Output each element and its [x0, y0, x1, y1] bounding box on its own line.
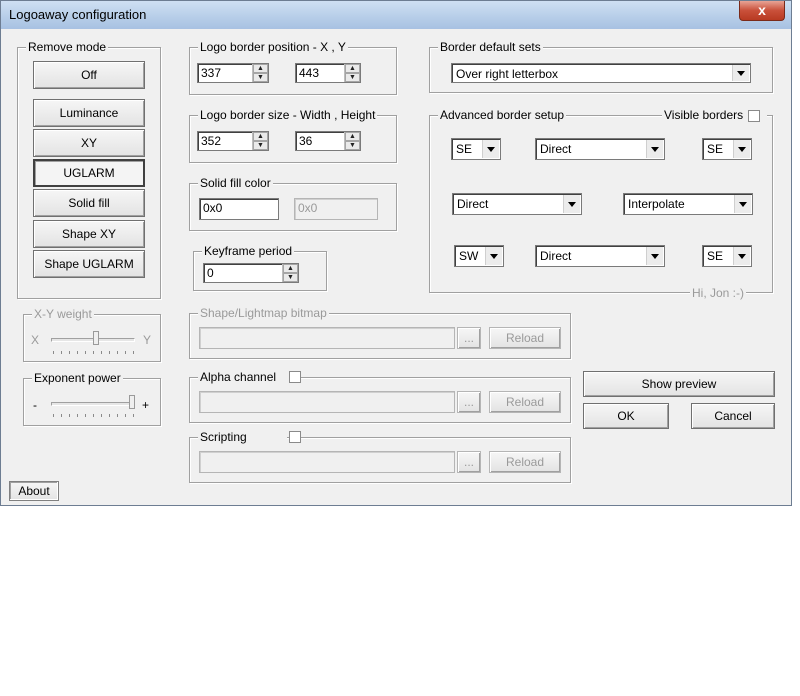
alpha-channel-browse-button[interactable]: ...: [457, 391, 481, 413]
spin-down-icon[interactable]: ▼: [253, 73, 268, 82]
xy-weight-slider-thumb[interactable]: [93, 331, 99, 345]
mode-shape-xy-button[interactable]: Shape XY: [33, 220, 145, 248]
corner-top-right-select[interactable]: SE: [702, 138, 752, 160]
scripting-browse-button[interactable]: ...: [457, 451, 481, 473]
corner-bottom-right-select[interactable]: SE: [702, 245, 752, 267]
border-default-value: Over right letterbox: [456, 67, 559, 81]
chevron-down-icon[interactable]: [734, 195, 751, 213]
shape-bitmap-reload-button[interactable]: Reload: [489, 327, 561, 349]
config-window: Logoaway configuration x Remove mode Off…: [0, 0, 792, 506]
alpha-channel-path-input: [199, 391, 455, 413]
scripting-label: Scripting: [198, 430, 287, 444]
spin-down-icon[interactable]: ▼: [253, 141, 268, 150]
keyframe-label: Keyframe period: [202, 244, 295, 258]
advanced-border-label: Advanced border setup: [438, 108, 567, 122]
logo-y-spinner[interactable]: ▲ ▼: [344, 64, 360, 82]
exponent-plus-label: +: [142, 398, 150, 412]
scripting-checkbox[interactable]: [289, 431, 301, 443]
show-preview-button[interactable]: Show preview: [583, 371, 775, 397]
left-mode-value: Direct: [457, 197, 489, 211]
dialog-client: Remove mode Off Luminance XY UGLARM Soli…: [9, 29, 783, 503]
about-button[interactable]: About: [9, 481, 59, 501]
chevron-down-icon[interactable]: [733, 247, 750, 265]
mode-solid-fill-button[interactable]: Solid fill: [33, 189, 145, 217]
border-default-select[interactable]: Over right letterbox: [451, 63, 751, 83]
mode-luminance-button[interactable]: Luminance: [33, 99, 145, 127]
chevron-down-icon[interactable]: [732, 65, 749, 81]
corner-bottom-left-select[interactable]: SW: [454, 245, 504, 267]
exponent-slider-track[interactable]: [51, 402, 135, 406]
corner-bottom-right-value: SE: [707, 249, 724, 263]
bottom-mode-select[interactable]: Direct: [535, 245, 665, 267]
spin-up-icon[interactable]: ▲: [253, 64, 268, 73]
logo-height-spinner[interactable]: ▲ ▼: [344, 132, 360, 150]
right-mode-value: Interpolate: [628, 197, 685, 211]
bottom-mode-value: Direct: [540, 249, 572, 263]
spin-down-icon[interactable]: ▼: [345, 73, 360, 82]
solid-fill-display: 0x0: [294, 198, 378, 220]
visible-borders-checkbox[interactable]: [748, 110, 760, 122]
window-title: Logoaway configuration: [9, 7, 147, 22]
alpha-channel-label: Alpha channel: [198, 370, 299, 384]
top-mode-value: Direct: [540, 142, 572, 156]
chevron-down-icon[interactable]: [646, 247, 663, 265]
exponent-power-label: Exponent power: [32, 371, 123, 385]
exponent-slider-thumb[interactable]: [129, 395, 135, 409]
exponent-minus-label: -: [33, 398, 37, 412]
spin-up-icon[interactable]: ▲: [345, 132, 360, 141]
xy-weight-ticks: [53, 351, 135, 354]
xy-weight-y-label: Y: [143, 333, 152, 347]
shape-bitmap-label: Shape/Lightmap bitmap: [198, 306, 329, 320]
chevron-down-icon[interactable]: [646, 140, 663, 158]
close-button[interactable]: x: [739, 1, 785, 21]
ok-button[interactable]: OK: [583, 403, 669, 429]
title-bar[interactable]: Logoaway configuration x: [1, 1, 791, 29]
alpha-channel-reload-button[interactable]: Reload: [489, 391, 561, 413]
logo-x-spinner[interactable]: ▲ ▼: [252, 64, 268, 82]
solid-fill-input[interactable]: 0x0: [199, 198, 279, 220]
solid-fill-label: Solid fill color: [198, 176, 273, 190]
shape-bitmap-browse-button[interactable]: ...: [457, 327, 481, 349]
close-icon: x: [758, 2, 766, 18]
mode-shape-uglarm-button[interactable]: Shape UGLARM: [33, 250, 145, 278]
shape-bitmap-path-input: [199, 327, 455, 349]
spin-down-icon[interactable]: ▼: [283, 273, 298, 282]
logo-size-label: Logo border size - Width , Height: [198, 108, 378, 122]
chevron-down-icon[interactable]: [563, 195, 580, 213]
logo-width-spinner[interactable]: ▲ ▼: [252, 132, 268, 150]
right-mode-select[interactable]: Interpolate: [623, 193, 753, 215]
corner-bottom-left-value: SW: [459, 249, 479, 263]
corner-top-right-value: SE: [707, 142, 724, 156]
mode-off-button[interactable]: Off: [33, 61, 145, 89]
chevron-down-icon[interactable]: [482, 140, 499, 158]
xy-weight-label: X-Y weight: [32, 307, 94, 321]
keyframe-spinner[interactable]: ▲ ▼: [282, 264, 298, 282]
top-mode-select[interactable]: Direct: [535, 138, 665, 160]
xy-weight-x-label: X: [31, 333, 40, 347]
border-default-label: Border default sets: [438, 40, 543, 54]
spin-up-icon[interactable]: ▲: [253, 132, 268, 141]
corner-top-left-value: SE: [456, 142, 473, 156]
scripting-path-input: [199, 451, 455, 473]
exponent-ticks: [53, 414, 135, 417]
remove-mode-label: Remove mode: [26, 40, 109, 54]
left-mode-select[interactable]: Direct: [452, 193, 582, 215]
spin-up-icon[interactable]: ▲: [283, 264, 298, 273]
cancel-button[interactable]: Cancel: [691, 403, 775, 429]
mode-xy-button[interactable]: XY: [33, 129, 145, 157]
chevron-down-icon[interactable]: [485, 247, 502, 265]
mode-uglarm-button[interactable]: UGLARM: [33, 159, 145, 187]
advanced-footer-text: Hi, Jon :-): [690, 286, 747, 300]
alpha-channel-checkbox[interactable]: [289, 371, 301, 383]
logo-position-label: Logo border position - X , Y: [198, 40, 348, 54]
chevron-down-icon[interactable]: [733, 140, 750, 158]
scripting-reload-button[interactable]: Reload: [489, 451, 561, 473]
corner-top-left-select[interactable]: SE: [451, 138, 501, 160]
spin-down-icon[interactable]: ▼: [345, 141, 360, 150]
spin-up-icon[interactable]: ▲: [345, 64, 360, 73]
